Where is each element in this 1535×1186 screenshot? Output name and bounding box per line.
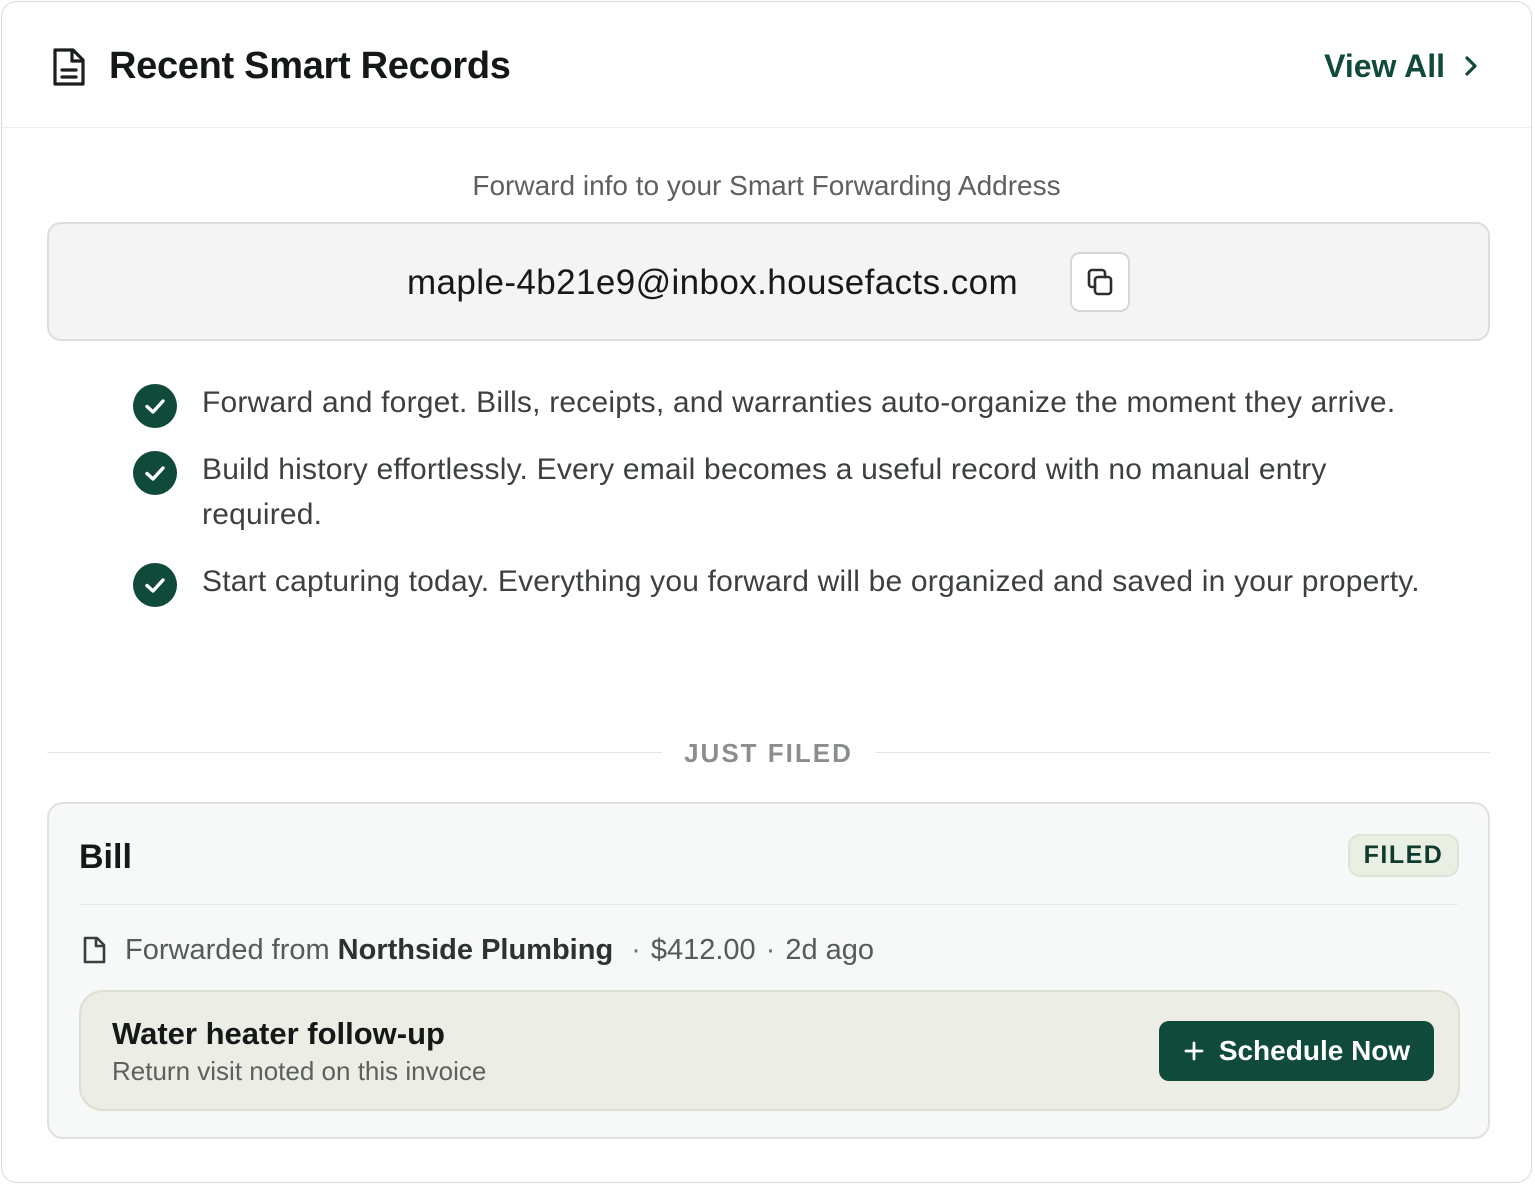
plus-icon: [1184, 1041, 1204, 1061]
check-circle-icon: [133, 451, 177, 495]
schedule-now-button[interactable]: Schedule Now: [1159, 1021, 1434, 1081]
record-divider: [79, 904, 1458, 905]
benefit-text: Build history effortlessly. Every email …: [202, 453, 1327, 531]
copy-address-button[interactable]: [1070, 252, 1130, 312]
followup-subtitle: Return visit noted on this invoice: [112, 1056, 487, 1086]
section-divider: JUST FILED: [47, 736, 1490, 770]
check-circle-icon: [133, 563, 177, 607]
followup-panel: Water heater follow-up Return visit note…: [79, 990, 1460, 1111]
forwarding-address-box: maple-4b21e9@inbox.housefacts.com: [47, 222, 1490, 341]
check-circle-icon: [133, 384, 177, 428]
forwarding-label: Forward info to your Smart Forwarding Ad…: [472, 170, 1061, 201]
benefits-list: Forward and forget. Bills, receipts, and…: [132, 380, 1432, 626]
section-label: JUST FILED: [684, 738, 853, 768]
schedule-now-label: Schedule Now: [1218, 1035, 1411, 1066]
benefit-text: Start capturing today. Everything you fo…: [202, 565, 1420, 598]
meta-prefix: Forwarded from: [125, 933, 330, 966]
list-item: Forward and forget. Bills, receipts, and…: [132, 380, 1432, 428]
card-header: Recent Smart Records View All: [2, 2, 1531, 128]
meta-separator: ·: [765, 933, 776, 966]
record-amount: $412.00: [650, 933, 756, 966]
followup-title: Water heater follow-up: [112, 1016, 445, 1051]
page-title: Recent Smart Records: [109, 45, 511, 87]
copy-icon: [1087, 268, 1113, 296]
list-item: Start capturing today. Everything you fo…: [132, 559, 1432, 607]
record-type: Bill: [79, 838, 132, 876]
status-badge: FILED: [1348, 834, 1459, 877]
list-item: Build history effortlessly. Every email …: [132, 447, 1432, 537]
chevron-right-icon: [1465, 56, 1477, 76]
smart-records-card: Recent Smart Records View All Forward in…: [1, 1, 1532, 1183]
record-age: 2d ago: [785, 933, 875, 966]
view-all-label: View All: [1324, 47, 1445, 84]
meta-separator: ·: [631, 933, 641, 966]
record-card[interactable]: Bill FILED Forwarded from Northside Plum…: [47, 802, 1490, 1139]
view-all-link[interactable]: View All: [1324, 44, 1481, 88]
document-icon: [53, 48, 85, 86]
divider-line: [875, 752, 1490, 753]
benefit-text: Forward and forget. Bills, receipts, and…: [202, 386, 1396, 419]
record-meta: Forwarded from Northside Plumbing · $412…: [81, 928, 874, 972]
file-icon: [83, 936, 106, 964]
forwarding-address[interactable]: maple-4b21e9@inbox.housefacts.com: [407, 261, 1018, 305]
sender-name: Northside Plumbing: [337, 933, 614, 966]
